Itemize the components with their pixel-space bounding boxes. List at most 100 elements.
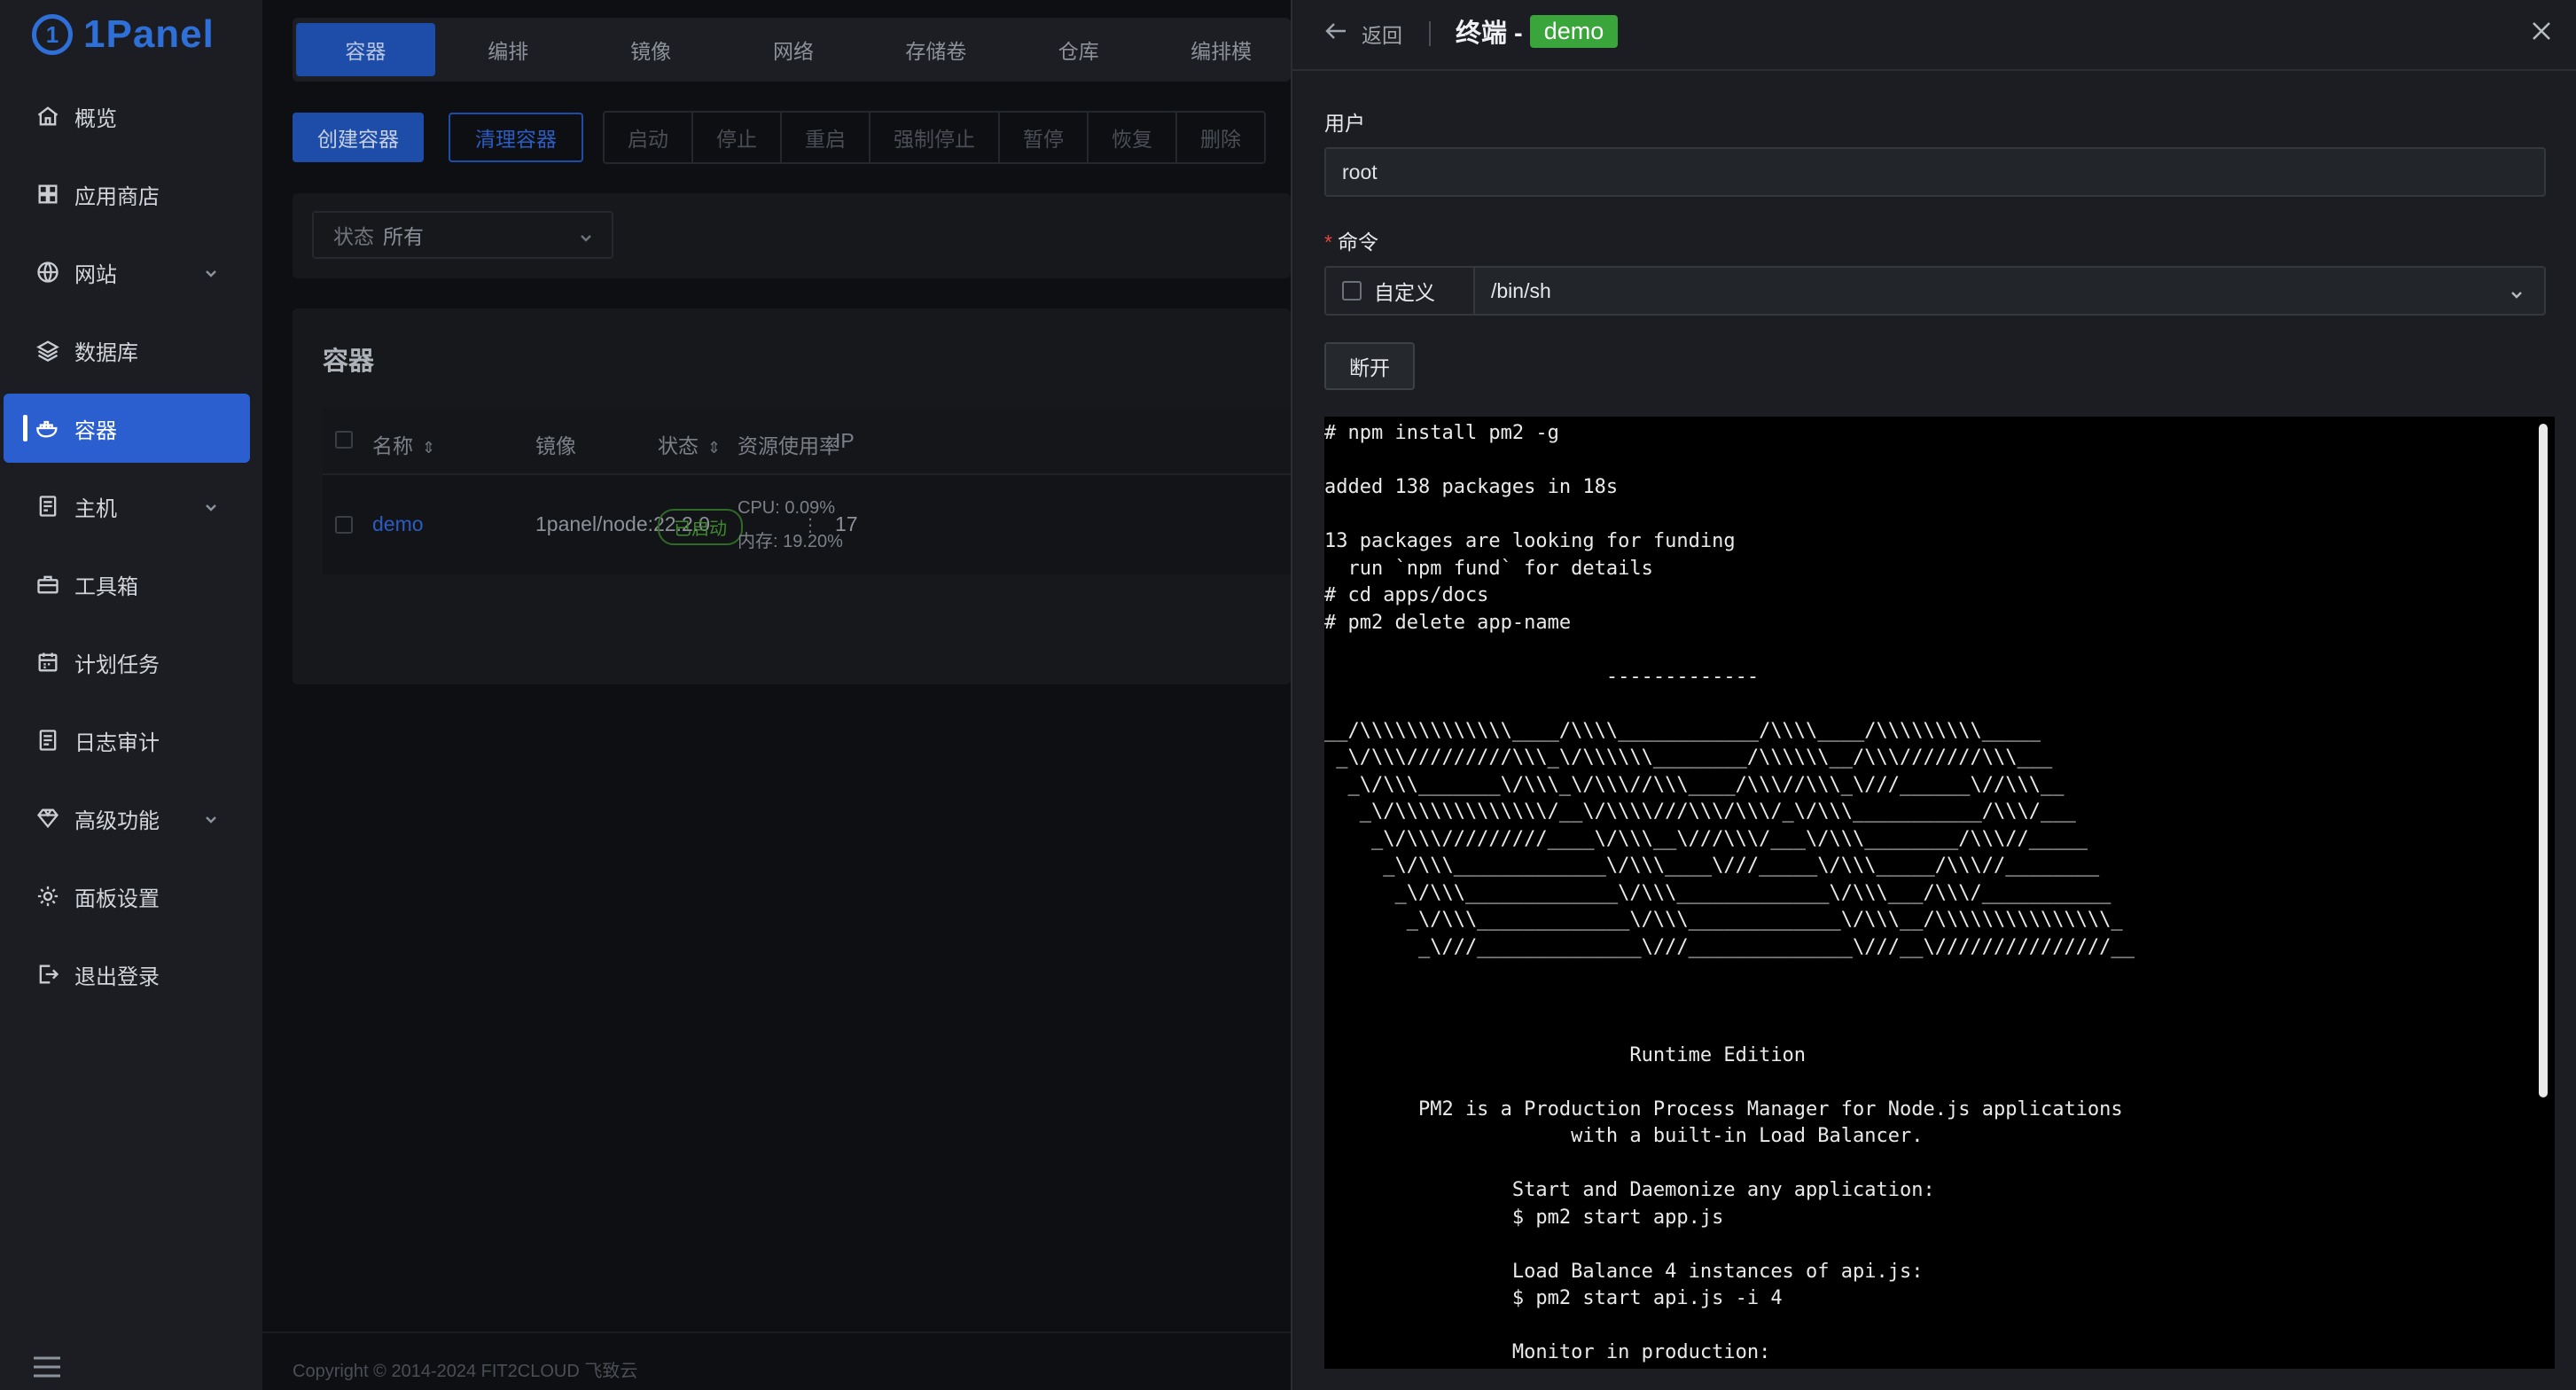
sidebar-item-label: 日志审计 xyxy=(74,730,160,755)
container-list-card: 容器 名称 ⇕ 镜像 状态 ⇕ 资源使用率 IP demo 1panel/node:… xyxy=(293,308,1291,684)
sidebar-item-settings[interactable]: 面板设置 xyxy=(4,862,250,931)
close-icon[interactable] xyxy=(2530,20,2553,43)
filter-bar: 状态 所有 xyxy=(293,193,1291,278)
user-label: 用户 xyxy=(1324,112,1365,135)
sidebar-item-website[interactable]: 网站 xyxy=(4,238,250,307)
more-vertical-icon[interactable]: ⋮ xyxy=(801,514,819,536)
back-button[interactable]: 返回 xyxy=(1324,16,1402,51)
sidebar-nav: 概览 应用商店 网站 数据库 容器 主机 工具箱 计划任务 日志审计 高级功能 … xyxy=(0,82,262,1018)
tab-network[interactable]: 网络 xyxy=(724,23,863,76)
container-table: 名称 ⇕ 镜像 状态 ⇕ 资源使用率 IP demo 1panel/node:22.… xyxy=(323,408,1291,574)
status-badge: 已启动 xyxy=(658,509,743,545)
column-ip-header: IP xyxy=(835,429,855,452)
table-header: 名称 ⇕ 镜像 状态 ⇕ 资源使用率 IP xyxy=(323,408,1291,475)
calendar-icon xyxy=(35,650,60,675)
gear-icon xyxy=(35,884,60,909)
header-divider xyxy=(1429,21,1431,46)
resume-button[interactable]: 恢复 xyxy=(1089,113,1177,162)
list-title: 容器 xyxy=(323,348,375,376)
logo-icon: 1 xyxy=(32,14,73,55)
table-row: demo 1panel/node:22.2.0 已启动 CPU: 0.09% 内… xyxy=(323,475,1291,574)
terminal-output[interactable]: # npm install pm2 -g added 138 packages … xyxy=(1324,417,2555,1369)
tab-image[interactable]: 镜像 xyxy=(582,23,721,76)
sidebar-item-container[interactable]: 容器 xyxy=(4,394,250,463)
layers-icon xyxy=(35,338,60,363)
select-all-checkbox[interactable] xyxy=(335,431,353,449)
column-name-header[interactable]: 名称 ⇕ xyxy=(372,429,435,459)
sidebar-item-advanced[interactable]: 高级功能 xyxy=(4,784,250,853)
menu-collapse-icon[interactable] xyxy=(32,1355,62,1379)
sidebar-item-host[interactable]: 主机 xyxy=(4,472,250,541)
sidebar-item-label: 容器 xyxy=(74,418,117,443)
clean-container-button[interactable]: 清理容器 xyxy=(449,113,583,162)
user-input[interactable]: root xyxy=(1324,147,2546,197)
sidebar-item-label: 数据库 xyxy=(74,340,138,365)
sidebar-item-cronjob[interactable]: 计划任务 xyxy=(4,628,250,697)
sidebar-item-log-audit[interactable]: 日志审计 xyxy=(4,706,250,775)
tab-volume[interactable]: 存储卷 xyxy=(866,23,1005,76)
kill-button[interactable]: 强制停止 xyxy=(870,113,1000,162)
container-ip: 17 xyxy=(835,512,858,535)
chevron-down-icon xyxy=(2509,284,2525,300)
container-name-link[interactable]: demo xyxy=(372,512,424,536)
custom-command-checkbox[interactable]: 自定义 xyxy=(1324,266,1475,316)
sidebar-item-database[interactable]: 数据库 xyxy=(4,316,250,385)
terminal-drawer: 返回 终端 - demo 用户 root * 命令 自定义 /bin/sh 断开 … xyxy=(1291,0,2576,1390)
logout-icon xyxy=(35,962,60,987)
command-label: * 命令 xyxy=(1324,225,1378,255)
chevron-down-icon xyxy=(202,263,220,281)
column-label: 名称 xyxy=(372,434,413,457)
memory-usage: 内存: 19.20% xyxy=(738,532,843,551)
sidebar-item-toolbox[interactable]: 工具箱 xyxy=(4,550,250,619)
resource-usage: CPU: 0.09% 内存: 19.20% xyxy=(738,491,843,558)
tab-compose[interactable]: 编排 xyxy=(439,23,578,76)
create-container-button[interactable]: 创建容器 xyxy=(293,113,424,162)
sidebar-item-label: 网站 xyxy=(74,262,117,287)
sidebar-item-label: 主机 xyxy=(74,496,117,521)
command-label-text: 命令 xyxy=(1337,230,1378,254)
sidebar-item-label: 工具箱 xyxy=(74,574,138,599)
batch-action-group: 启动 停止 重启 强制停止 暂停 恢复 删除 xyxy=(603,111,1266,164)
required-asterisk: * xyxy=(1324,230,1332,254)
column-status-header[interactable]: 状态 ⇕ xyxy=(658,429,721,459)
delete-button[interactable]: 删除 xyxy=(1177,113,1264,162)
tab-repo[interactable]: 仓库 xyxy=(1009,23,1148,76)
restart-button[interactable]: 重启 xyxy=(782,113,870,162)
tab-container[interactable]: 容器 xyxy=(296,23,435,76)
pause-button[interactable]: 暂停 xyxy=(1000,113,1089,162)
status-filter-value: 所有 xyxy=(383,225,424,248)
stop-button[interactable]: 停止 xyxy=(693,113,782,162)
logo[interactable]: 1 1Panel xyxy=(32,7,215,62)
chevron-down-icon xyxy=(578,227,594,243)
disconnect-button[interactable]: 断开 xyxy=(1324,342,1415,390)
sidebar-item-label: 概览 xyxy=(74,106,117,131)
command-select[interactable]: /bin/sh xyxy=(1475,266,2546,316)
sort-icon: ⇕ xyxy=(707,439,722,457)
drawer-title: 终端 - demo xyxy=(1456,12,1619,50)
cpu-usage: CPU: 0.09% xyxy=(738,498,836,518)
sidebar-item-logout[interactable]: 退出登录 xyxy=(4,940,250,1009)
start-button[interactable]: 启动 xyxy=(605,113,693,162)
sidebar-item-overview[interactable]: 概览 xyxy=(4,82,250,151)
tab-compose-template[interactable]: 编排模 xyxy=(1151,23,1291,76)
server-icon xyxy=(35,494,60,519)
sidebar-item-label: 计划任务 xyxy=(74,652,160,677)
arrow-left-icon xyxy=(1324,21,1347,46)
sidebar-item-label: 高级功能 xyxy=(74,808,160,833)
drawer-header: 返回 终端 - demo xyxy=(1292,0,2576,71)
custom-command-label: 自定义 xyxy=(1374,281,1435,304)
logo-text: 1Panel xyxy=(83,12,215,56)
status-filter-select[interactable]: 状态 所有 xyxy=(312,211,613,259)
container-toolbar: 创建容器 清理容器 启动 停止 重启 强制停止 暂停 恢复 删除 xyxy=(293,111,1266,164)
column-image-header: 镜像 xyxy=(535,434,576,457)
toolbox-icon xyxy=(35,572,60,597)
sidebar-item-appstore[interactable]: 应用商店 xyxy=(4,160,250,229)
terminal-scrollbar[interactable] xyxy=(2539,424,2548,1097)
diamond-icon xyxy=(35,806,60,831)
drawer-title-text: 终端 - xyxy=(1456,20,1523,48)
container-tag: demo xyxy=(1529,14,1619,48)
sidebar-item-label: 应用商店 xyxy=(74,184,160,209)
copyright-footer: Copyright © 2014-2024 FIT2CLOUD 飞致云 xyxy=(293,1362,638,1381)
column-label: 状态 xyxy=(658,434,699,457)
row-checkbox[interactable] xyxy=(335,516,353,534)
